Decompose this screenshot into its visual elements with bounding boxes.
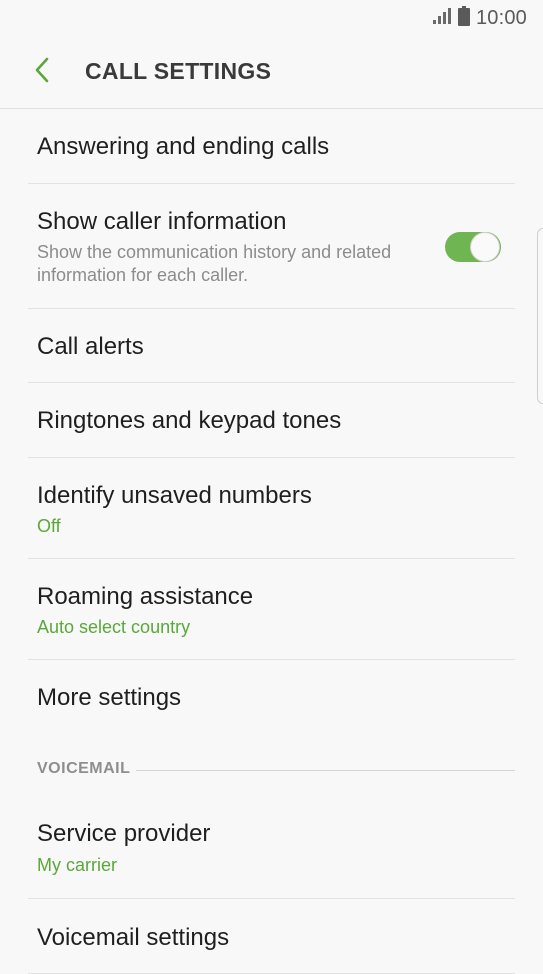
section-divider	[136, 770, 515, 771]
chevron-left-icon	[32, 56, 52, 89]
setting-answering-ending-calls[interactable]: Answering and ending calls	[28, 109, 515, 184]
page-title: CALL SETTINGS	[85, 58, 272, 84]
back-button[interactable]	[24, 54, 60, 90]
settings-list: Answering and ending calls Show caller i…	[0, 109, 543, 974]
setting-title: Voicemail settings	[37, 924, 230, 951]
setting-title: Answering and ending calls	[37, 133, 330, 160]
setting-description-line-1: Show the communication history and relat…	[37, 242, 392, 262]
setting-ringtones-keypad-tones[interactable]: Ringtones and keypad tones	[28, 383, 515, 458]
setting-more-settings[interactable]: More settings	[28, 660, 515, 735]
setting-show-caller-information[interactable]: Show caller information Show the communi…	[28, 184, 515, 309]
setting-title: More settings	[37, 684, 182, 711]
setting-title: Show caller information	[37, 208, 287, 235]
toggle-knob	[470, 232, 500, 262]
app-bar: CALL SETTINGS	[0, 36, 543, 109]
status-time: 10:00	[475, 7, 527, 29]
voicemail-section-header: VOICEMAIL	[28, 735, 515, 793]
setting-value: Auto select country	[37, 617, 191, 637]
setting-title: Identify unsaved numbers	[37, 482, 312, 509]
setting-value: Off	[37, 516, 61, 536]
section-label: VOICEMAIL	[37, 760, 131, 777]
signal-icon	[432, 7, 452, 30]
setting-voicemail-settings[interactable]: Voicemail settings	[28, 899, 515, 974]
battery-icon	[457, 6, 470, 31]
status-indicators: 10:00	[432, 6, 527, 31]
setting-title: Service provider	[37, 820, 211, 847]
setting-title: Ringtones and keypad tones	[37, 407, 342, 434]
status-bar: 10:00	[0, 0, 543, 36]
setting-value: My carrier	[37, 855, 117, 875]
setting-identify-unsaved-numbers[interactable]: Identify unsaved numbers Off	[28, 458, 515, 559]
caller-info-toggle[interactable]	[445, 232, 501, 262]
setting-service-provider[interactable]: Service provider My carrier	[28, 793, 515, 899]
setting-title: Roaming assistance	[37, 583, 254, 610]
setting-call-alerts[interactable]: Call alerts	[28, 309, 515, 383]
setting-roaming-assistance[interactable]: Roaming assistance Auto select country	[28, 559, 515, 660]
setting-description-line-2: information for each caller.	[37, 265, 249, 285]
setting-title: Call alerts	[37, 333, 144, 360]
scroll-handle[interactable]	[537, 228, 543, 404]
